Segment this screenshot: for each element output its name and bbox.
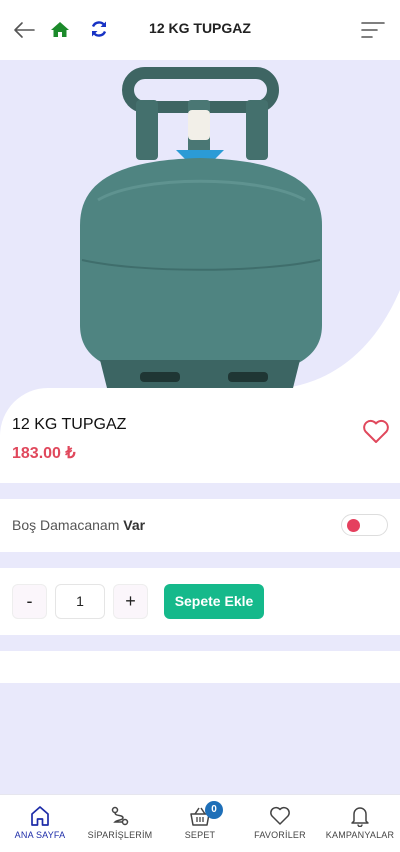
heart-outline-icon [270, 806, 290, 825]
add-to-cart-button[interactable]: Sepete Ekle [164, 584, 264, 619]
increase-button[interactable]: + [113, 584, 148, 619]
nav-favorites-label: FAVORİLER [254, 830, 306, 840]
product-info: 12 KG TUPGAZ 183.00 ₺ [0, 388, 400, 483]
nav-campaigns[interactable]: KAMPANYALAR [320, 795, 400, 852]
page-title: 12 KG TUPGAZ [149, 20, 251, 36]
nav-basket-label: SEPET [184, 830, 216, 840]
nav-campaigns-label: KAMPANYALAR [325, 830, 395, 840]
quantity-input[interactable]: 1 [55, 584, 105, 619]
decrease-button[interactable]: - [12, 584, 47, 619]
product-image [80, 67, 400, 392]
nav-orders[interactable]: SİPARİŞLERİM [80, 795, 160, 852]
nav-home-label: ANA SAYFA [14, 830, 66, 840]
toggle-knob [347, 519, 360, 532]
product-hero [0, 60, 400, 400]
nav-orders-label: SİPARİŞLERİM [87, 830, 153, 840]
empty-container-toggle[interactable] [341, 514, 388, 536]
empty-container-row: Boş Damacanam Var [0, 499, 400, 552]
nav-basket[interactable]: 0 SEPET [160, 795, 240, 852]
product-name: 12 KG TUPGAZ [12, 416, 127, 433]
blank-section [0, 651, 400, 683]
route-icon [111, 806, 129, 826]
basket-count-badge: 0 [205, 801, 223, 819]
bell-icon [351, 807, 369, 827]
cart-row: - 1 + Sepete Ekle [0, 568, 400, 635]
bottom-nav: ANA SAYFA SİPARİŞLERİM 0 SEPET FAVORİLER… [0, 794, 400, 852]
empty-container-label: Boş Damacanam Var [12, 517, 146, 533]
heart-icon[interactable] [362, 418, 390, 444]
product-price: 183.00 ₺ [12, 445, 76, 462]
nav-favorites[interactable]: FAVORİLER [240, 795, 320, 852]
empty-container-value: Var [123, 517, 146, 533]
top-bar: 12 KG TUPGAZ [0, 0, 400, 60]
nav-home[interactable]: ANA SAYFA [0, 795, 80, 852]
home-outline-icon [31, 806, 49, 826]
menu-icon[interactable] [361, 21, 385, 39]
